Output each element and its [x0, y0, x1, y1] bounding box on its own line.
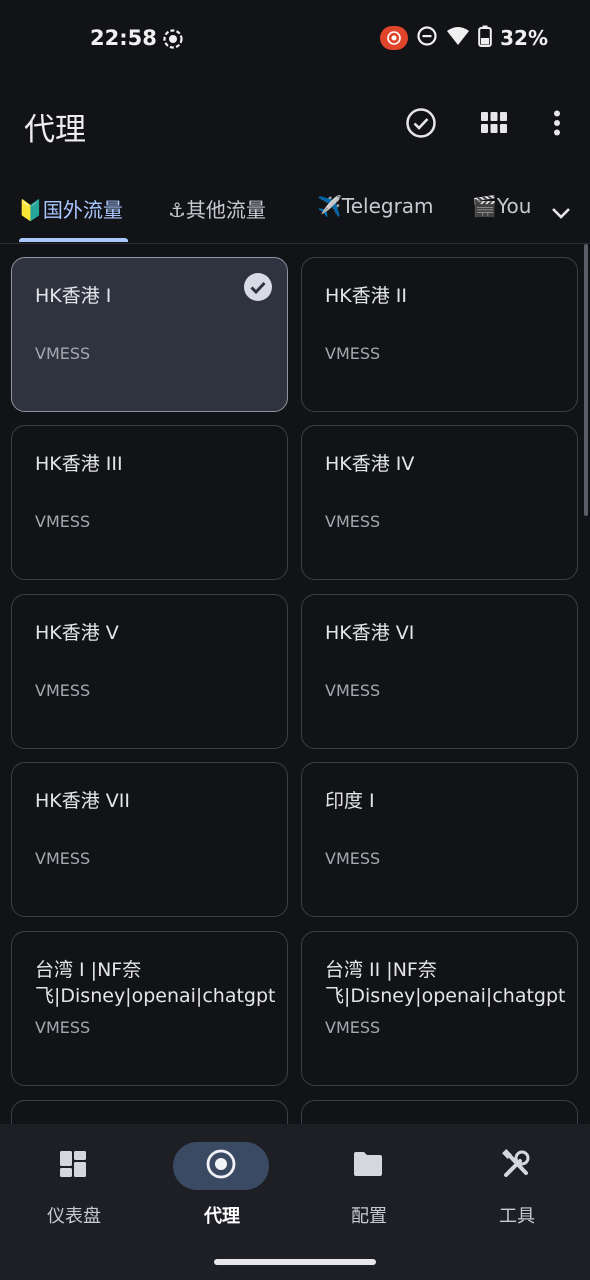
nav-label: 代理	[204, 1206, 240, 1227]
screen-record-icon	[161, 27, 185, 51]
status-icons: 32%	[380, 25, 548, 51]
nav-pill	[25, 1142, 121, 1190]
battery-icon	[478, 25, 492, 51]
nav-pill	[468, 1142, 564, 1190]
proxy-type: VMESS	[325, 512, 381, 531]
tab-indicator	[19, 238, 128, 242]
bottom-nav: 仪表盘 代理 配置 工具	[0, 1124, 590, 1280]
proxy-name: HK香港 III	[35, 453, 123, 475]
dnd-icon	[416, 25, 438, 51]
nav-label: 配置	[351, 1206, 387, 1227]
more-vert-icon[interactable]	[540, 106, 574, 140]
proxy-type: VMESS	[325, 849, 381, 868]
proxy-type: VMESS	[35, 681, 91, 700]
chevron-down-icon[interactable]	[544, 196, 578, 230]
tab-youtube-clip: 🎬You	[472, 182, 544, 238]
tab-foreign-traffic[interactable]: 🔰国外流量	[18, 194, 123, 223]
folder-icon	[352, 1150, 384, 1182]
proxy-name: HK香港 VII	[35, 790, 130, 812]
grid-view-icon[interactable]	[477, 106, 511, 140]
tab-youtube[interactable]: 🎬You	[472, 194, 531, 218]
radio-button-icon	[205, 1148, 237, 1184]
gesture-bar[interactable]	[214, 1259, 376, 1265]
proxy-type: VMESS	[325, 1018, 381, 1037]
proxy-card[interactable]: HK香港 VI VMESS	[301, 594, 578, 749]
proxy-type: VMESS	[35, 849, 91, 868]
proxy-card[interactable]	[11, 1100, 288, 1124]
proxy-card[interactable]: HK香港 V VMESS	[11, 594, 288, 749]
tools-icon	[500, 1148, 532, 1184]
scrollbar[interactable]	[584, 244, 588, 516]
app-root: 22:58 32% 代理 🔰国外流量 ⚓其他流量 ✈️Telegram 🎬You…	[0, 0, 590, 1280]
proxy-type: VMESS	[35, 512, 91, 531]
nav-item-tools[interactable]: 工具	[443, 1142, 590, 1252]
proxy-name: 台湾 II |NF奈飞|Disney|openai|chatgpt	[325, 959, 566, 1007]
proxy-card[interactable]: 台湾 I |NF奈飞|Disney|openai|chatgpt VMESS	[11, 931, 288, 1086]
cast-icon	[380, 26, 409, 50]
proxy-card[interactable]: HK香港 VII VMESS	[11, 762, 288, 917]
proxy-card[interactable]: HK香港 III VMESS	[11, 425, 288, 580]
nav-label: 仪表盘	[47, 1206, 101, 1227]
check-circle-icon[interactable]	[404, 106, 438, 140]
status-bar: 22:58 32%	[0, 0, 590, 80]
proxy-name: HK香港 I	[35, 285, 112, 307]
proxy-name: 台湾 I |NF奈飞|Disney|openai|chatgpt	[35, 959, 276, 1007]
proxy-grid: HK香港 I VMESS HK香港 II VMESS HK香港 III VMES…	[0, 244, 590, 1124]
page-title: 代理	[24, 112, 86, 148]
proxy-card[interactable]: HK香港 II VMESS	[301, 257, 578, 412]
proxy-card[interactable]	[301, 1100, 578, 1124]
nav-pill	[320, 1142, 416, 1190]
nav-item-dashboard[interactable]: 仪表盘	[0, 1142, 148, 1252]
proxy-name: HK香港 II	[325, 285, 407, 307]
proxy-type: VMESS	[35, 344, 91, 363]
proxy-name: HK香港 IV	[325, 453, 415, 475]
battery-percent: 32%	[500, 26, 548, 50]
nav-label: 工具	[499, 1206, 535, 1227]
proxy-name: HK香港 VI	[325, 622, 415, 644]
proxy-name: HK香港 V	[35, 622, 119, 644]
proxy-card[interactable]: 台湾 II |NF奈飞|Disney|openai|chatgpt VMESS	[301, 931, 578, 1086]
tab-other-traffic[interactable]: ⚓其他流量	[168, 194, 266, 223]
check-circle-filled-icon	[243, 272, 273, 302]
tab-telegram[interactable]: ✈️Telegram	[317, 194, 434, 218]
group-tab-bar: 🔰国外流量 ⚓其他流量 ✈️Telegram 🎬You	[0, 182, 590, 244]
proxy-card[interactable]: 印度 I VMESS	[301, 762, 578, 917]
nav-item-profiles[interactable]: 配置	[295, 1142, 443, 1252]
proxy-type: VMESS	[35, 1018, 91, 1037]
proxy-card[interactable]: HK香港 IV VMESS	[301, 425, 578, 580]
proxy-card[interactable]: HK香港 I VMESS	[11, 257, 288, 412]
status-time: 22:58	[90, 26, 157, 50]
nav-item-proxy[interactable]: 代理	[148, 1142, 296, 1252]
nav-pill	[173, 1142, 269, 1190]
proxy-name: 印度 I	[325, 790, 375, 812]
proxy-type: VMESS	[325, 681, 381, 700]
proxy-type: VMESS	[325, 344, 381, 363]
app-bar: 代理	[0, 92, 590, 156]
dashboard-icon	[58, 1149, 88, 1183]
wifi-icon	[446, 26, 470, 50]
